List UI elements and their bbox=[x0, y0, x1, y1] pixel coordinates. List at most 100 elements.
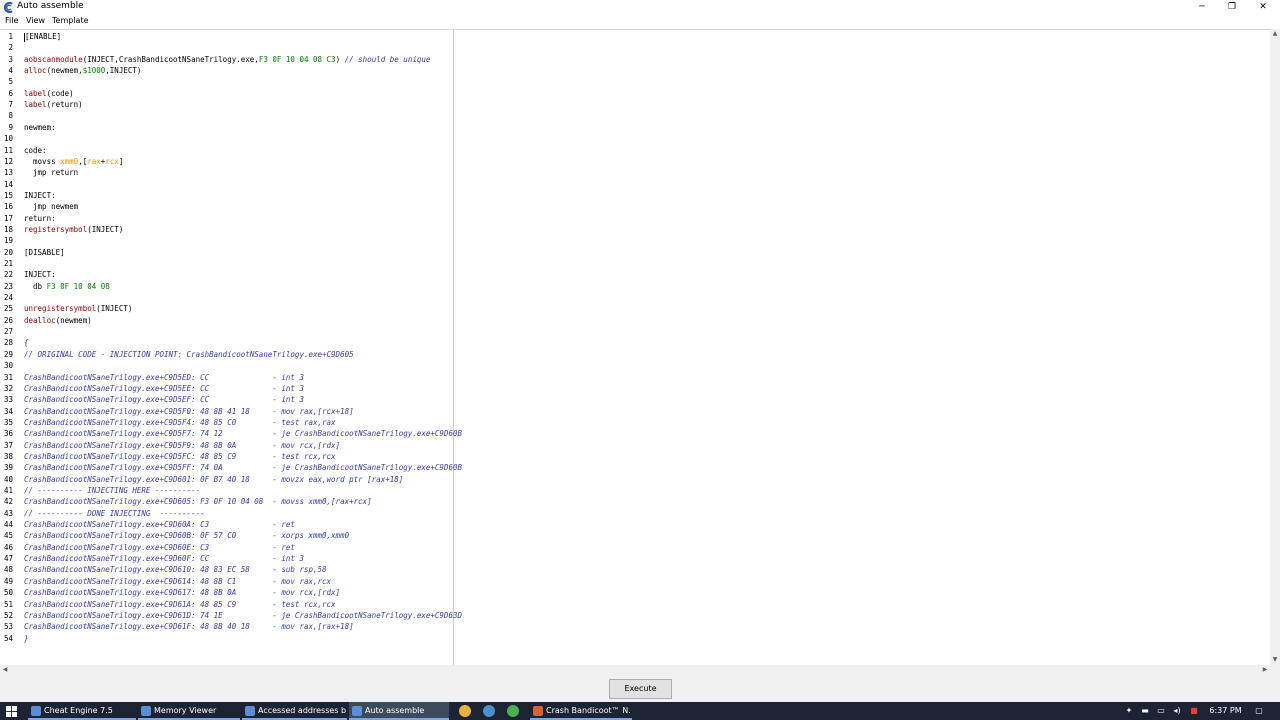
taskbar-task-label: Auto assemble bbox=[365, 706, 425, 715]
code-editor[interactable]: 1 2 3 4 5 6 7 8 9 10 11 12 13 14 15 16 17 18 19 20 21 22 23 24 2… bbox=[0, 29, 1280, 666]
code-token: CrashBandicootNSaneTrilogy.exe+C9D60F: C… bbox=[24, 554, 304, 564]
code-line[interactable]: CrashBandicootNSaneTrilogy.exe+C9D61D: 7… bbox=[24, 610, 462, 621]
code-line[interactable]: CrashBandicootNSaneTrilogy.exe+C9D5FC: 4… bbox=[24, 451, 336, 462]
code-line[interactable]: db F3 0F 10 04 08 bbox=[24, 281, 110, 292]
taskbar-task[interactable]: Auto assemble bbox=[349, 702, 449, 720]
code-token: (INJECT,CrashBandicootNSaneTrilogy.exe, bbox=[82, 54, 259, 64]
code-line[interactable]: CrashBandicootNSaneTrilogy.exe+C9D5FF: 7… bbox=[24, 462, 462, 473]
taskbar-task[interactable]: Crash Bandicoot™ N. ... bbox=[530, 702, 632, 720]
code-line[interactable]: CrashBandicootNSaneTrilogy.exe+C9D60F: C… bbox=[24, 553, 304, 564]
code-token: // ORIGINAL CODE - INJECTION POINT: Cras… bbox=[24, 349, 354, 359]
code-token: } bbox=[24, 633, 29, 643]
code-line[interactable]: CrashBandicootNSaneTrilogy.exe+C9D605: F… bbox=[24, 496, 372, 507]
code-line[interactable]: CrashBandicootNSaneTrilogy.exe+C9D5ED: C… bbox=[24, 372, 304, 383]
line-number: 46 bbox=[3, 542, 13, 552]
taskbar-task[interactable]: Accessed addresses b... bbox=[242, 702, 347, 720]
menu-file[interactable]: File bbox=[5, 16, 18, 25]
line-number: 53 bbox=[3, 622, 13, 632]
menu-view[interactable]: View bbox=[26, 16, 45, 25]
taskbar-task-label: Memory Viewer bbox=[154, 706, 217, 715]
chrome-icon[interactable] bbox=[459, 705, 471, 717]
code-line[interactable]: unregistersymbol(INJECT) bbox=[24, 303, 132, 314]
tray-volume-icon[interactable]: ◂) bbox=[1170, 702, 1184, 720]
line-number: 16 bbox=[3, 202, 13, 212]
code-line[interactable]: CrashBandicootNSaneTrilogy.exe+C9D5F0: 4… bbox=[24, 406, 354, 417]
line-number: 6 bbox=[8, 88, 13, 98]
tray-network-icon[interactable]: ▭ bbox=[1154, 702, 1168, 720]
code-line[interactable]: CrashBandicootNSaneTrilogy.exe+C9D5F7: 7… bbox=[24, 428, 462, 439]
code-token: rcx bbox=[105, 156, 119, 166]
code-line[interactable]: CrashBandicootNSaneTrilogy.exe+C9D5F9: 4… bbox=[24, 440, 340, 451]
maximize-button[interactable]: ❐ bbox=[1217, 0, 1247, 15]
tray-alert-icon[interactable]: ■ bbox=[1187, 702, 1201, 720]
code-line[interactable]: // ORIGINAL CODE - INJECTION POINT: Cras… bbox=[24, 349, 354, 360]
code-token: CrashBandicootNSaneTrilogy.exe+C9D60E: C… bbox=[24, 542, 295, 552]
code-line[interactable]: CrashBandicootNSaneTrilogy.exe+C9D610: 4… bbox=[24, 564, 327, 575]
tray-nvidia-icon[interactable]: ▬ bbox=[1138, 702, 1152, 720]
code-token: // ---------- DONE INJECTING ---------- bbox=[24, 508, 205, 518]
code-token: { bbox=[24, 338, 29, 348]
code-line[interactable]: movss xmm0,[rax+rcx] bbox=[24, 156, 123, 167]
windows-start-icon[interactable] bbox=[6, 706, 17, 717]
vertical-scrollbar[interactable]: ▲ ▼ bbox=[1270, 29, 1280, 665]
steam-icon[interactable] bbox=[483, 705, 495, 717]
horizontal-scrollbar[interactable]: ◀ ▶ bbox=[0, 665, 1270, 675]
code-line[interactable]: jmp newmem bbox=[24, 201, 78, 212]
code-line[interactable]: label(code) bbox=[24, 88, 74, 99]
line-number: 39 bbox=[3, 463, 13, 473]
code-line[interactable]: } bbox=[24, 633, 29, 644]
game-icon[interactable] bbox=[507, 705, 519, 717]
line-number: 25 bbox=[3, 304, 13, 314]
code-line[interactable]: CrashBandicootNSaneTrilogy.exe+C9D5EF: C… bbox=[24, 394, 304, 405]
scroll-left-icon[interactable]: ◀ bbox=[0, 665, 10, 675]
code-line[interactable]: CrashBandicootNSaneTrilogy.exe+C9D60B: 0… bbox=[24, 530, 349, 541]
code-line[interactable]: CrashBandicootNSaneTrilogy.exe+C9D60E: C… bbox=[24, 542, 295, 553]
code-line[interactable]: alloc(newmem,$1000,INJECT) bbox=[24, 65, 141, 76]
code-line[interactable]: INJECT: bbox=[24, 190, 56, 201]
code-line[interactable]: label(return) bbox=[24, 99, 83, 110]
taskbar-task[interactable]: Cheat Engine 7.5 bbox=[28, 702, 136, 720]
code-token: rax bbox=[87, 156, 101, 166]
line-number: 48 bbox=[3, 565, 13, 575]
tray-bluetooth-icon[interactable]: ✦ bbox=[1122, 702, 1136, 720]
minimize-button[interactable]: ─ bbox=[1187, 0, 1217, 15]
code-line[interactable]: CrashBandicootNSaneTrilogy.exe+C9D617: 4… bbox=[24, 587, 340, 598]
scroll-up-icon[interactable]: ▲ bbox=[1270, 29, 1280, 39]
code-line[interactable]: code: bbox=[24, 145, 47, 156]
scroll-right-icon[interactable]: ▶ bbox=[1260, 665, 1270, 675]
code-line[interactable]: CrashBandicootNSaneTrilogy.exe+C9D60A: C… bbox=[24, 519, 295, 530]
line-number: 41 bbox=[3, 486, 13, 495]
code-line[interactable]: CrashBandicootNSaneTrilogy.exe+C9D61A: 4… bbox=[24, 599, 336, 610]
code-line[interactable]: CrashBandicootNSaneTrilogy.exe+C9D614: 4… bbox=[24, 576, 331, 587]
code-line[interactable]: aobscanmodule(INJECT,CrashBandicootNSane… bbox=[24, 54, 430, 65]
code-token: CrashBandicootNSaneTrilogy.exe+C9D5ED: C… bbox=[24, 372, 304, 382]
code-line[interactable]: [DISABLE] bbox=[24, 247, 65, 258]
code-line[interactable]: CrashBandicootNSaneTrilogy.exe+C9D5EE: C… bbox=[24, 383, 304, 394]
code-line[interactable]: return: bbox=[24, 213, 56, 224]
code-line[interactable]: // ---------- INJECTING HERE ---------- bbox=[24, 485, 200, 496]
code-token: (INJECT) bbox=[96, 304, 133, 314]
code-line[interactable]: registersymbol(INJECT) bbox=[24, 224, 123, 235]
code-line[interactable]: // ---------- DONE INJECTING ---------- bbox=[24, 508, 205, 519]
code-line[interactable]: INJECT: bbox=[24, 269, 56, 280]
code-line[interactable]: newmem: bbox=[24, 122, 56, 133]
menu-template[interactable]: Template bbox=[52, 16, 89, 25]
code-area[interactable]: [ENABLE] aobscanmodule(INJECT,CrashBandic… bbox=[24, 30, 1270, 666]
code-line[interactable]: CrashBandicootNSaneTrilogy.exe+C9D601: 0… bbox=[24, 474, 403, 485]
line-number: 51 bbox=[3, 599, 13, 609]
code-token: CrashBandicootNSaneTrilogy.exe+C9D61F: 4… bbox=[24, 622, 354, 632]
scroll-down-icon[interactable]: ▼ bbox=[1270, 655, 1280, 665]
code-line[interactable]: dealloc(newmem) bbox=[24, 315, 92, 326]
code-line[interactable]: { bbox=[24, 337, 29, 348]
code-line[interactable]: CrashBandicootNSaneTrilogy.exe+C9D61F: 4… bbox=[24, 621, 354, 632]
taskbar-task[interactable]: Memory Viewer bbox=[138, 702, 240, 720]
code-line[interactable]: jmp return bbox=[24, 167, 78, 178]
code-line[interactable]: CrashBandicootNSaneTrilogy.exe+C9D5F4: 4… bbox=[24, 417, 336, 428]
execute-button[interactable]: Execute bbox=[609, 679, 672, 699]
close-button[interactable]: ✕ bbox=[1248, 0, 1278, 15]
line-number: 31 bbox=[3, 372, 13, 382]
clock[interactable]: 6:37 PM bbox=[1203, 702, 1248, 720]
line-number: 12 bbox=[3, 156, 13, 166]
code-line[interactable]: [ENABLE] bbox=[24, 31, 61, 42]
notification-icon[interactable]: ▢ bbox=[1252, 702, 1266, 720]
